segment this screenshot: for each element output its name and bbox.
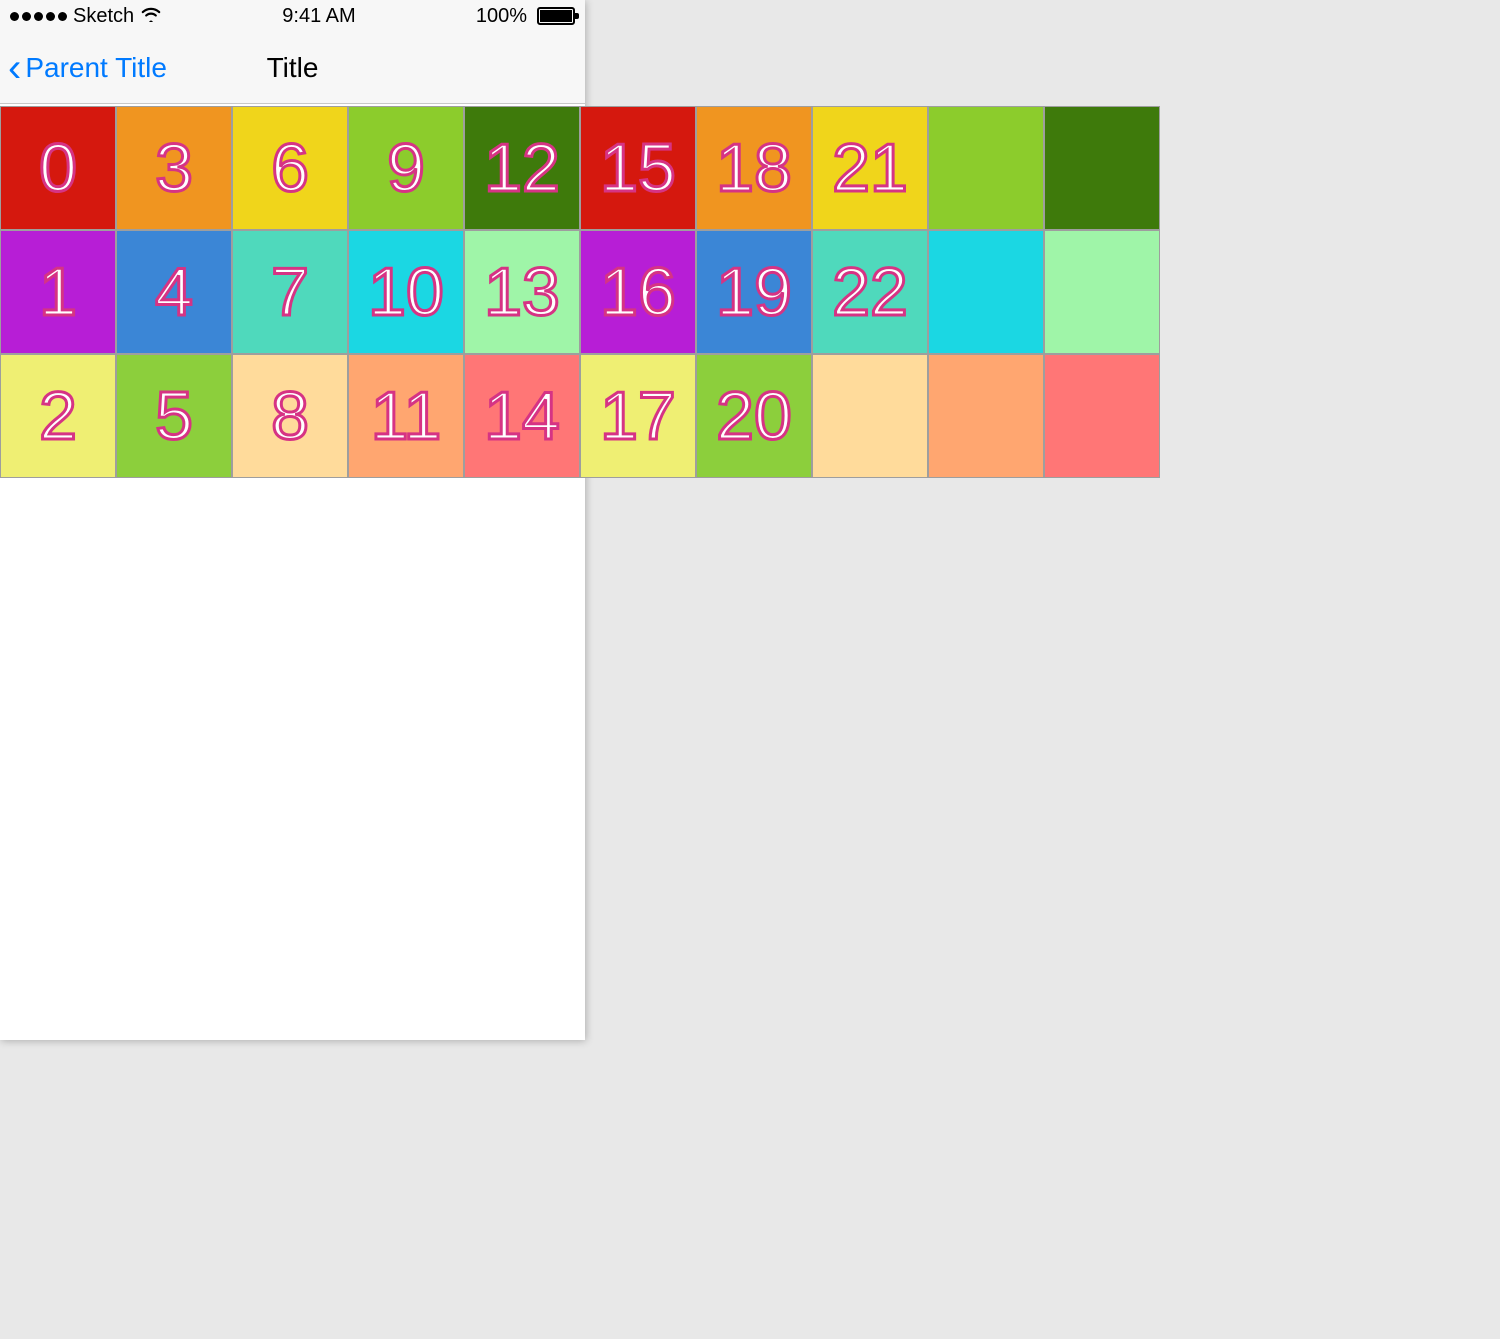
grid-cell[interactable] bbox=[1044, 354, 1160, 478]
grid-cell[interactable]: 11 bbox=[348, 354, 464, 478]
grid-cell-label: 6 bbox=[271, 134, 309, 202]
grid-cell[interactable]: 22 bbox=[812, 230, 928, 354]
grid-cell[interactable] bbox=[1044, 230, 1160, 354]
grid-cell[interactable]: 12 bbox=[464, 106, 580, 230]
grid-cell[interactable]: 3 bbox=[116, 106, 232, 230]
grid-cell-label: 0 bbox=[39, 134, 77, 202]
grid-cell-label: 8 bbox=[271, 382, 309, 450]
grid-cell[interactable]: 18 bbox=[696, 106, 812, 230]
grid-cell-label: 5 bbox=[155, 382, 193, 450]
grid-cell[interactable] bbox=[812, 354, 928, 478]
grid-cell-label: 10 bbox=[368, 258, 444, 326]
battery-icon bbox=[537, 7, 575, 25]
grid-cell-label: 12 bbox=[484, 134, 560, 202]
grid-cell-label: 4 bbox=[155, 258, 193, 326]
grid-cell[interactable]: 16 bbox=[580, 230, 696, 354]
grid-cell-label: 2 bbox=[39, 382, 77, 450]
grid-cell[interactable]: 10 bbox=[348, 230, 464, 354]
grid-cell-label: 3 bbox=[155, 134, 193, 202]
grid-cell-label: 7 bbox=[271, 258, 309, 326]
grid-cell[interactable]: 7 bbox=[232, 230, 348, 354]
grid-cell-label: 13 bbox=[484, 258, 560, 326]
grid-cell[interactable]: 0 bbox=[0, 106, 116, 230]
grid-cell[interactable]: 9 bbox=[348, 106, 464, 230]
grid-cell[interactable]: 14 bbox=[464, 354, 580, 478]
grid-cell[interactable]: 6 bbox=[232, 106, 348, 230]
carrier-label: Sketch bbox=[73, 5, 134, 28]
grid-cell-label: 17 bbox=[600, 382, 676, 450]
grid-cell[interactable]: 4 bbox=[116, 230, 232, 354]
grid-cell[interactable] bbox=[928, 106, 1044, 230]
grid-cell-label: 19 bbox=[716, 258, 792, 326]
grid-cell[interactable]: 2 bbox=[0, 354, 116, 478]
grid-cell[interactable]: 21 bbox=[812, 106, 928, 230]
grid-cell[interactable]: 13 bbox=[464, 230, 580, 354]
grid-cell[interactable]: 17 bbox=[580, 354, 696, 478]
back-label: Parent Title bbox=[25, 52, 167, 84]
grid-cell-label: 9 bbox=[387, 134, 425, 202]
cellular-dots-icon bbox=[10, 12, 67, 21]
grid-cell-label: 15 bbox=[600, 134, 676, 202]
phone-content-blank bbox=[0, 480, 585, 1040]
battery-percent: 100% bbox=[476, 5, 527, 28]
chevron-left-icon: ‹ bbox=[8, 56, 21, 80]
grid-cell[interactable]: 20 bbox=[696, 354, 812, 478]
grid-cell[interactable]: 15 bbox=[580, 106, 696, 230]
grid-cell[interactable] bbox=[928, 230, 1044, 354]
grid-cell[interactable]: 19 bbox=[696, 230, 812, 354]
grid-cell-label: 21 bbox=[832, 134, 908, 202]
grid-cell[interactable]: 1 bbox=[0, 230, 116, 354]
grid-cell-label: 11 bbox=[371, 382, 442, 450]
grid-cell-label: 22 bbox=[832, 258, 908, 326]
grid-cell-label: 1 bbox=[39, 258, 77, 326]
status-bar: Sketch 9:41 AM 100% bbox=[0, 0, 585, 32]
collection-grid[interactable]: 012345678910111213141516171819202122 bbox=[0, 106, 1162, 478]
grid-cell[interactable]: 5 bbox=[116, 354, 232, 478]
status-time: 9:41 AM bbox=[282, 5, 355, 28]
grid-cell-label: 14 bbox=[484, 382, 560, 450]
grid-cell[interactable]: 8 bbox=[232, 354, 348, 478]
grid-cell[interactable] bbox=[1044, 106, 1160, 230]
wifi-icon bbox=[140, 6, 162, 26]
grid-cell-label: 18 bbox=[716, 134, 792, 202]
navigation-bar: ‹ Parent Title Title bbox=[0, 32, 585, 104]
grid-cell[interactable] bbox=[928, 354, 1044, 478]
grid-cell-label: 20 bbox=[716, 382, 792, 450]
back-button[interactable]: ‹ Parent Title bbox=[0, 52, 167, 84]
grid-cell-label: 16 bbox=[600, 258, 676, 326]
